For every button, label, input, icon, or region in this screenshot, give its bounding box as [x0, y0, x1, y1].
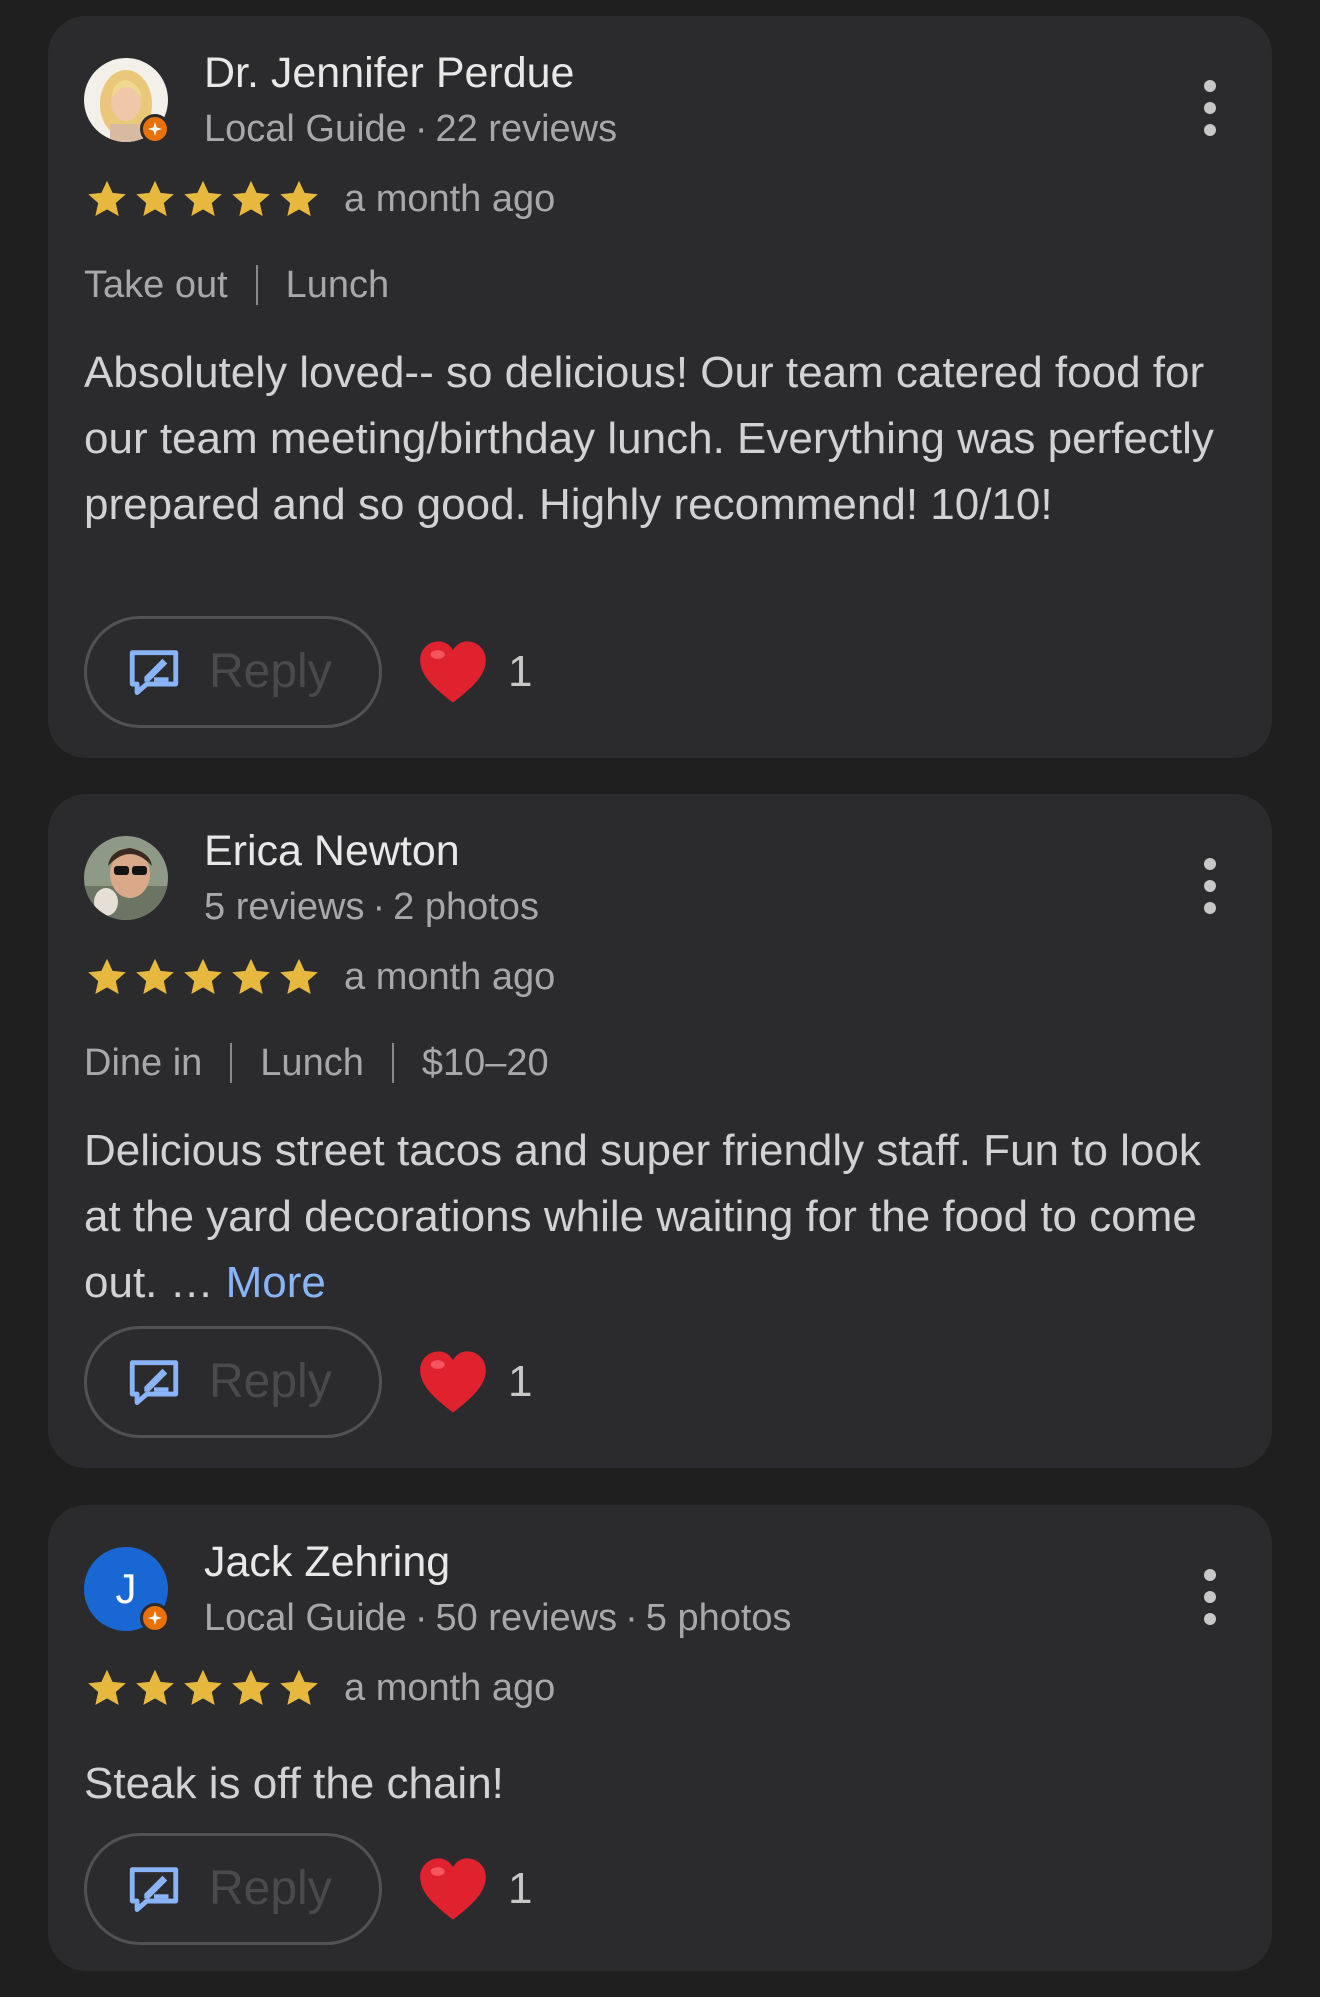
star-icon — [136, 958, 174, 995]
star-icon — [88, 180, 126, 217]
reply-label: Reply — [209, 1862, 332, 1915]
local-guide-badge-icon — [140, 114, 170, 144]
review-actions: Reply 1 — [84, 1326, 532, 1438]
tag: Lunch — [260, 1042, 364, 1084]
star-icon — [88, 958, 126, 995]
like-button[interactable]: 1 — [418, 639, 532, 705]
meta-photo-count: 2 photos — [393, 886, 539, 928]
like-button[interactable]: 1 — [418, 1349, 532, 1415]
like-count: 1 — [508, 1864, 533, 1913]
meta-review-count: 22 reviews — [435, 108, 618, 150]
meta-local-guide: Local Guide — [204, 1597, 407, 1639]
review-time: a month ago — [344, 1667, 556, 1709]
reviewer-name[interactable]: Erica Newton — [204, 826, 460, 876]
local-guide-badge-icon — [140, 1603, 170, 1633]
more-vert-icon[interactable] — [1198, 1569, 1222, 1625]
star-icon — [280, 1669, 318, 1706]
reply-label: Reply — [209, 645, 332, 698]
star-rating — [84, 1665, 322, 1711]
meta-review-count: 50 reviews — [435, 1597, 618, 1639]
review-time: a month ago — [344, 956, 556, 998]
meta-photo-count: 5 photos — [645, 1597, 792, 1639]
avatar-photo — [84, 836, 168, 920]
review-tags: Take out Lunch — [84, 262, 389, 308]
reply-button[interactable]: Reply — [84, 616, 382, 728]
star-rating — [84, 176, 322, 222]
avatar[interactable] — [84, 836, 168, 920]
reviewer-meta: 5 reviews · 2 photos — [204, 886, 539, 928]
heart-icon — [420, 1858, 486, 1920]
tag: Dine in — [84, 1042, 203, 1084]
avatar[interactable] — [84, 58, 170, 144]
like-count: 1 — [508, 1357, 533, 1406]
tag: $10–20 — [421, 1042, 549, 1084]
tag-divider — [255, 265, 258, 305]
review-text-content: Absolutely loved-- so delicious! Our tea… — [84, 348, 1214, 529]
review-time: a month ago — [344, 178, 556, 220]
rating-row: a month ago — [84, 954, 555, 1000]
reply-button[interactable]: Reply — [84, 1833, 382, 1945]
avatar-letter: J — [115, 1565, 137, 1612]
star-icon — [184, 180, 222, 217]
reviewer-meta: Local Guide · 50 reviews · 5 photos — [204, 1597, 792, 1639]
more-vert-icon[interactable] — [1198, 80, 1222, 136]
star-icon — [88, 1669, 126, 1706]
star-icon — [184, 958, 222, 995]
review-card: Dr. Jennifer Perdue Local Guide · 22 revie… — [48, 16, 1272, 758]
reply-edit-icon — [129, 1867, 179, 1912]
like-count: 1 — [508, 647, 533, 696]
reviewer-name[interactable]: Jack Zehring — [204, 1537, 450, 1587]
tag-divider — [391, 1043, 394, 1083]
star-rating — [84, 954, 322, 1000]
star-icon — [232, 1669, 270, 1706]
star-icon — [280, 958, 318, 995]
reply-label: Reply — [209, 1355, 332, 1408]
star-icon — [280, 180, 318, 217]
rating-row: a month ago — [84, 176, 555, 222]
more-link[interactable]: More — [226, 1258, 326, 1307]
star-icon — [136, 180, 174, 217]
review-card: J Jack Zehring Local Guide · 50 reviews · 5 … — [48, 1505, 1272, 1971]
reviewer-meta: Local Guide · 22 reviews — [204, 108, 618, 150]
rating-row: a month ago — [84, 1665, 555, 1711]
reply-button[interactable]: Reply — [84, 1326, 382, 1438]
review-text[interactable]: Steak is off the chain! — [84, 1751, 1236, 1817]
heart-icon — [420, 1351, 486, 1413]
review-actions: Reply 1 — [84, 1833, 532, 1945]
heart-icon — [420, 641, 486, 703]
star-icon — [184, 1669, 222, 1706]
star-icon — [232, 958, 270, 995]
tag: Lunch — [285, 264, 390, 306]
tag-divider — [230, 1043, 233, 1083]
review-text[interactable]: Absolutely loved-- so delicious! Our tea… — [84, 340, 1236, 538]
more-vert-icon[interactable] — [1198, 858, 1222, 914]
like-button[interactable]: 1 — [418, 1856, 532, 1922]
meta-local-guide: Local Guide — [204, 108, 407, 150]
reviews-feed: Dr. Jennifer Perdue Local Guide · 22 revie… — [0, 0, 1320, 1997]
review-text-content: Steak is off the chain! — [84, 1759, 504, 1808]
star-icon — [136, 1669, 174, 1706]
review-tags: Dine in Lunch $10–20 — [84, 1040, 549, 1086]
reply-edit-icon — [129, 650, 179, 695]
reviewer-name[interactable]: Dr. Jennifer Perdue — [204, 48, 574, 98]
avatar[interactable]: J — [84, 1547, 170, 1633]
review-text[interactable]: Delicious street tacos and super friendl… — [84, 1118, 1236, 1316]
star-icon — [232, 180, 270, 217]
reply-edit-icon — [129, 1360, 179, 1405]
meta-review-count: 5 reviews — [204, 886, 365, 928]
review-actions: Reply 1 — [84, 616, 532, 728]
tag: Take out — [84, 264, 228, 306]
review-card: Erica Newton 5 reviews · 2 photos a month … — [48, 794, 1272, 1468]
